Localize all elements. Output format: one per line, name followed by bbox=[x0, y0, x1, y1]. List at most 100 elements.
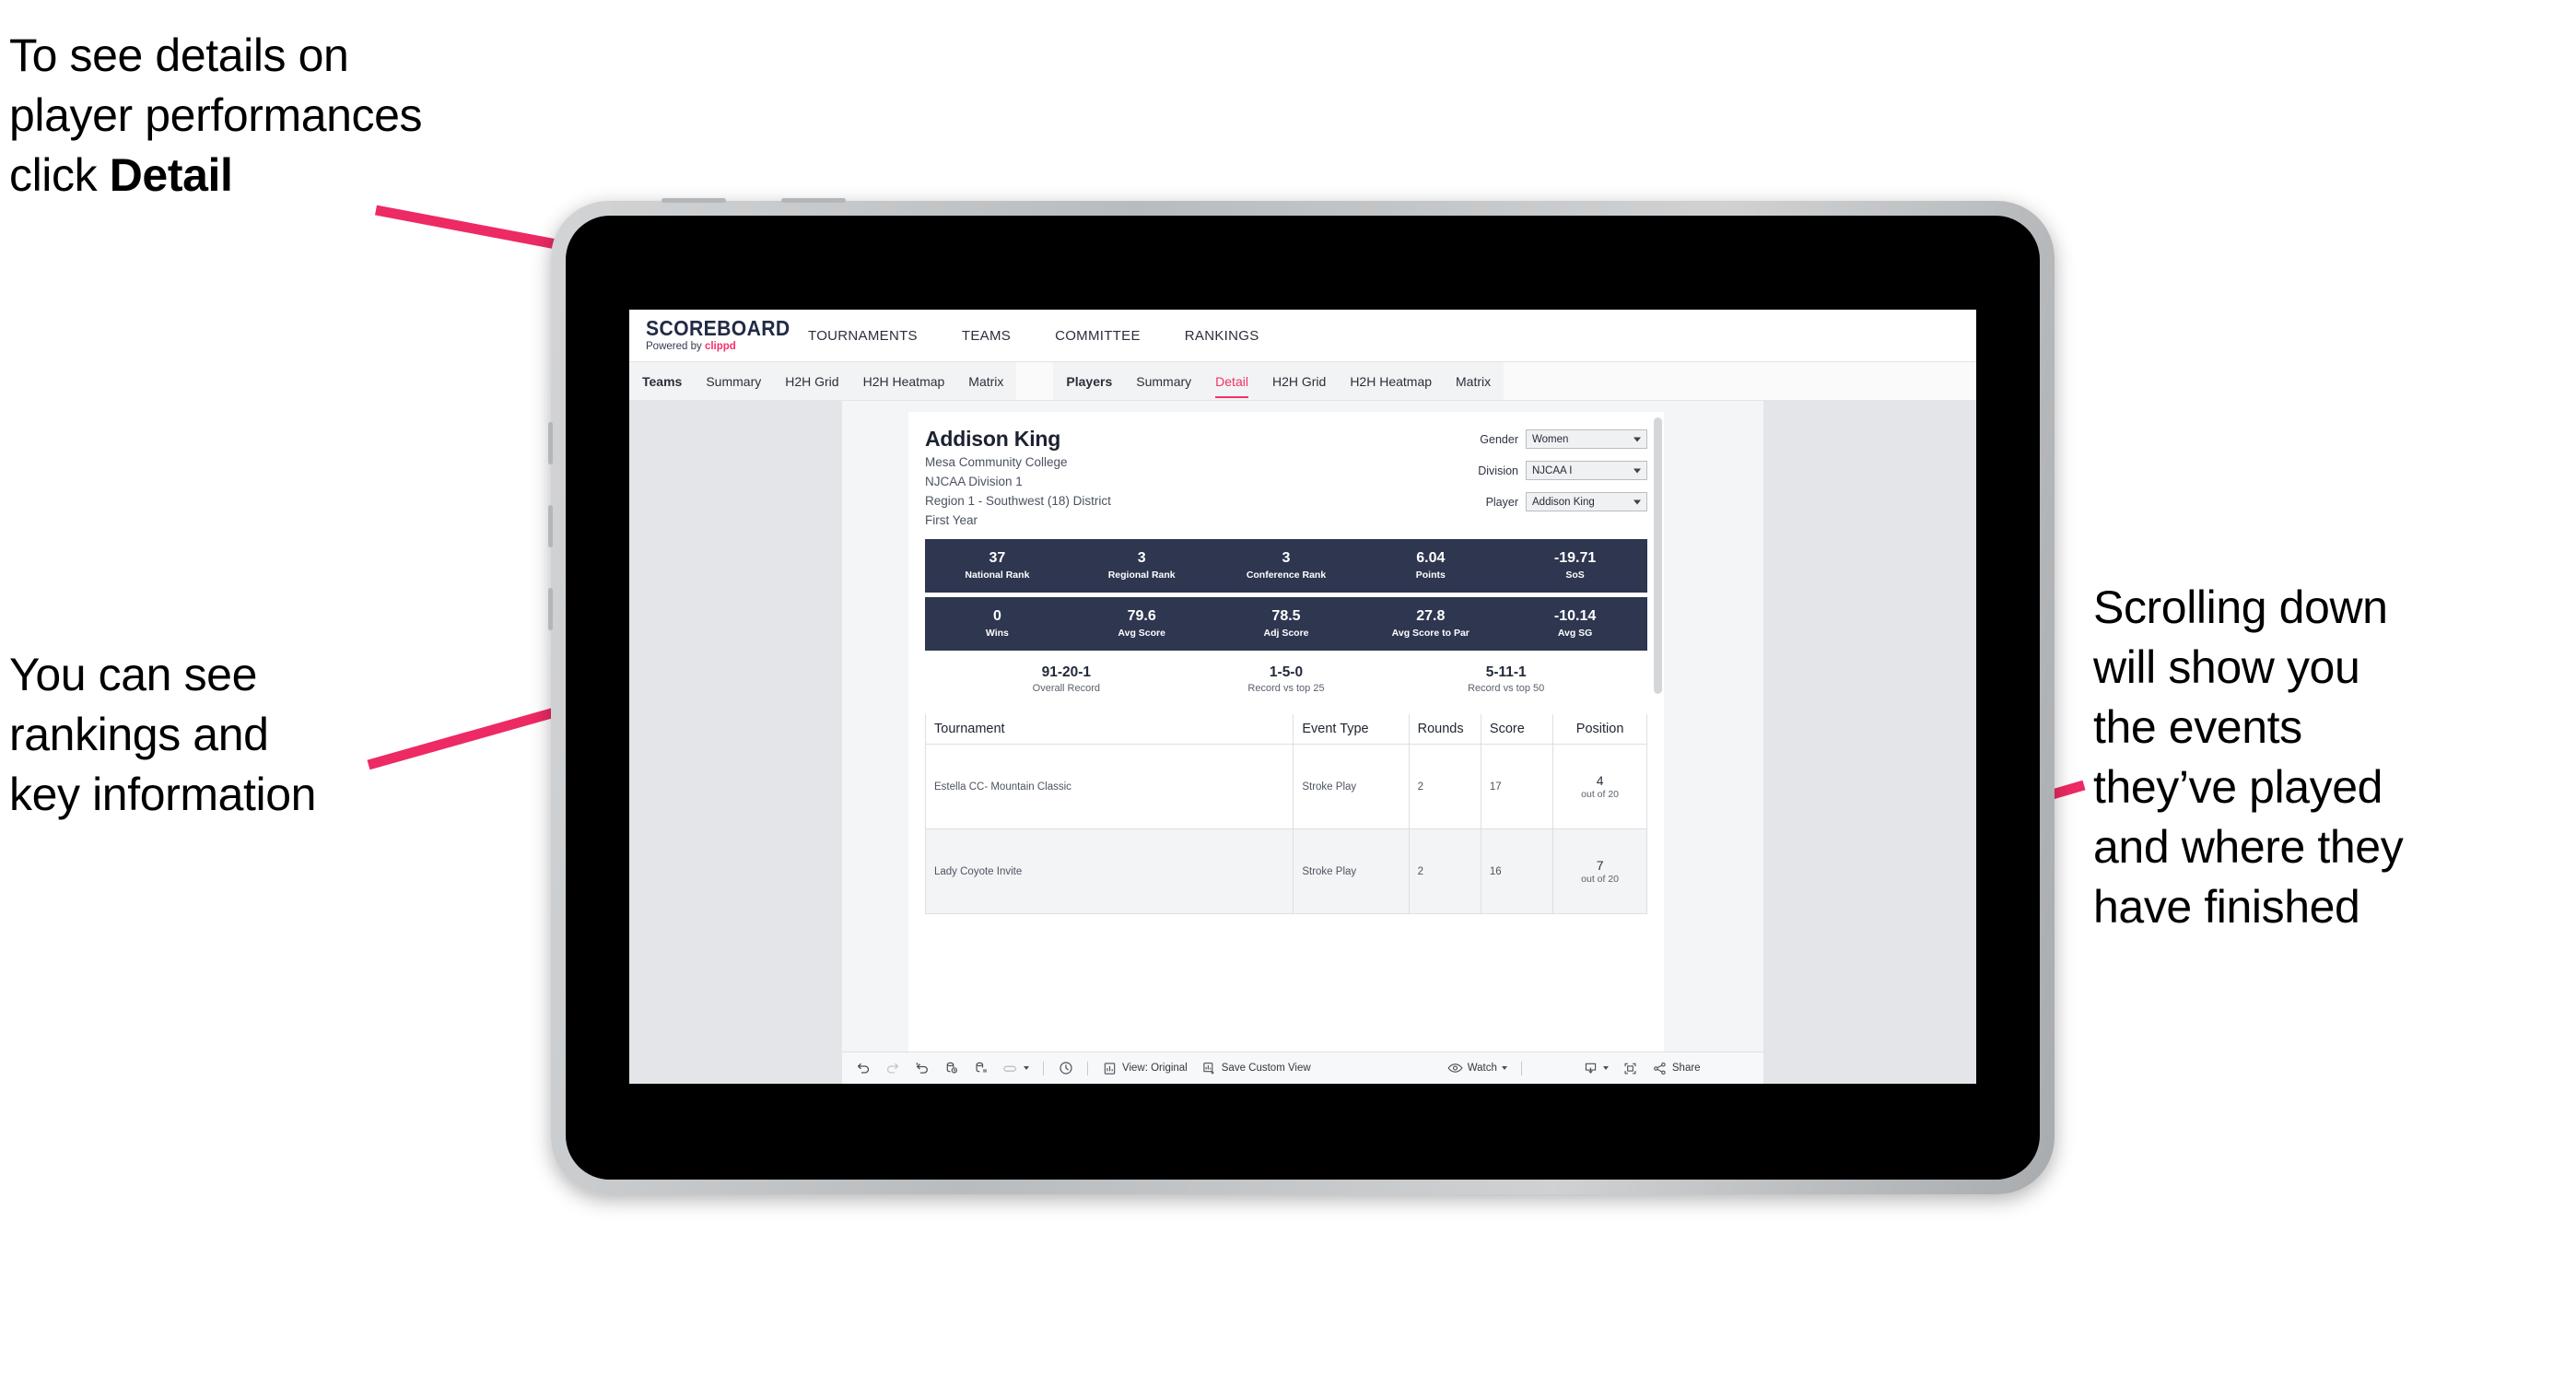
share-icon bbox=[1652, 1061, 1668, 1076]
tab-players-summary[interactable]: Summary bbox=[1136, 362, 1191, 400]
logo-powered-text: Powered by bbox=[646, 341, 705, 353]
column-header-event-type[interactable]: Event Type bbox=[1293, 714, 1410, 746]
watch-button[interactable]: Watch bbox=[1447, 1061, 1507, 1076]
stat-value: 3 bbox=[1137, 550, 1146, 567]
tab-players-h2h-heatmap[interactable]: H2H Heatmap bbox=[1350, 362, 1432, 400]
stat-conference-rank: 3 Conference Rank bbox=[1214, 550, 1359, 580]
table-row[interactable]: Lady Coyote Invite Stroke Play 2 16 7 ou… bbox=[924, 828, 1647, 915]
filter-gender-select[interactable]: Women bbox=[1526, 429, 1647, 449]
pause-data-icon[interactable] bbox=[973, 1061, 989, 1076]
stat-value: -10.14 bbox=[1553, 608, 1597, 625]
download-icon bbox=[1583, 1061, 1598, 1076]
stat-sos: -19.71 SoS bbox=[1503, 550, 1647, 580]
players-tab-group: Players Summary Detail H2H Grid H2H Heat… bbox=[1053, 362, 1505, 400]
nav-item-committee[interactable]: COMMITTEE bbox=[1055, 328, 1141, 344]
app-header: SCOREBOARD Powered by clippd TOURNAMENTS… bbox=[629, 310, 1976, 362]
filter-gender: Gender Women bbox=[1478, 429, 1647, 449]
view-original-button[interactable]: View: Original bbox=[1102, 1061, 1188, 1076]
player-name: Addison King bbox=[925, 427, 1061, 451]
filter-gender-label: Gender bbox=[1480, 432, 1518, 446]
column-header-score[interactable]: Score bbox=[1480, 714, 1554, 746]
toolbar-divider bbox=[1087, 1061, 1088, 1075]
redo-icon[interactable] bbox=[884, 1061, 900, 1076]
player-identity: Addison King Mesa Community College NJCA… bbox=[925, 427, 1111, 530]
tab-players-detail[interactable]: Detail bbox=[1215, 362, 1248, 400]
stat-value: 79.6 bbox=[1127, 608, 1156, 625]
cell-rounds: 2 bbox=[1408, 744, 1481, 830]
stats-row-rankings: 37 National Rank 3 Regional Rank 3 Confe… bbox=[925, 538, 1647, 593]
stats-row-scoring: 0 Wins 79.6 Avg Score 78.5 Adj Score 27.… bbox=[925, 596, 1647, 651]
filter-player-label: Player bbox=[1485, 495, 1518, 509]
record-label: Record vs top 50 bbox=[1468, 683, 1545, 695]
filter-player-select[interactable]: Addison King bbox=[1526, 492, 1647, 511]
download-dropdown-caret-icon[interactable] bbox=[1602, 1066, 1609, 1070]
view-original-label: View: Original bbox=[1122, 1063, 1188, 1074]
pause-refresh-clock-icon[interactable] bbox=[1058, 1061, 1073, 1076]
primary-nav: TOURNAMENTS TEAMS COMMITTEE RANKINGS bbox=[808, 328, 1259, 344]
player-region: Region 1 - Southwest (18) District bbox=[925, 494, 1111, 509]
tab-players-h2h-grid[interactable]: H2H Grid bbox=[1272, 362, 1326, 400]
column-header-tournament[interactable]: Tournament bbox=[924, 714, 1294, 746]
tab-teams-h2h-grid[interactable]: H2H Grid bbox=[785, 362, 838, 400]
records-row: 91-20-1 Overall Record 1-5-0 Record vs t… bbox=[925, 664, 1647, 695]
tab-teams-summary[interactable]: Summary bbox=[706, 362, 761, 400]
stat-value: 0 bbox=[992, 608, 1001, 625]
filter-player: Player Addison King bbox=[1478, 492, 1647, 511]
annotation-top-left-emphasis: Detail bbox=[109, 149, 233, 201]
stat-value: -19.71 bbox=[1553, 550, 1597, 567]
logo-powered-by: Powered by clippd bbox=[646, 342, 793, 353]
position-out-of: out of 20 bbox=[1581, 874, 1620, 886]
tab-players-matrix[interactable]: Matrix bbox=[1456, 362, 1491, 400]
tablet-side-button-3 bbox=[548, 588, 553, 630]
player-detail-panel: Addison King Mesa Community College NJCA… bbox=[908, 412, 1664, 1084]
player-class-year: First Year bbox=[925, 513, 978, 528]
stat-value: 37 bbox=[989, 550, 1006, 567]
nav-item-tournaments[interactable]: TOURNAMENTS bbox=[808, 328, 918, 344]
filter-division-value: NJCAA I bbox=[1532, 464, 1573, 476]
toolbar-dropdown-caret-icon[interactable] bbox=[1024, 1066, 1029, 1070]
nav-item-teams[interactable]: TEAMS bbox=[962, 328, 1011, 344]
position-value: 7 bbox=[1596, 858, 1604, 874]
stat-label: Avg Score bbox=[1118, 627, 1165, 639]
slide-canvas: To see details on player performances cl… bbox=[0, 0, 2576, 1386]
tab-teams-h2h-heatmap[interactable]: H2H Heatmap bbox=[863, 362, 945, 400]
stat-value: 27.8 bbox=[1416, 608, 1446, 625]
scoreboard-logo[interactable]: SCOREBOARD Powered by clippd bbox=[629, 318, 793, 353]
stat-regional-rank: 3 Regional Rank bbox=[1070, 550, 1214, 580]
tab-teams-matrix[interactable]: Matrix bbox=[968, 362, 1003, 400]
share-label: Share bbox=[1671, 1063, 1701, 1074]
table-row[interactable]: Estella CC- Mountain Classic Stroke Play… bbox=[924, 744, 1647, 830]
tablet-top-button-2 bbox=[781, 198, 846, 203]
download-button[interactable] bbox=[1583, 1061, 1609, 1076]
stat-adj-score: 78.5 Adj Score bbox=[1214, 608, 1359, 638]
column-header-position[interactable]: Position bbox=[1552, 714, 1647, 746]
player-division: NJCAA Division 1 bbox=[925, 475, 1023, 489]
undo-icon[interactable] bbox=[855, 1061, 871, 1076]
filter-player-value: Addison King bbox=[1532, 496, 1595, 508]
tab-group-label-players: Players bbox=[1066, 373, 1113, 389]
stat-label: Avg Score to Par bbox=[1391, 627, 1469, 639]
dashboard-toolbar: View: Original Save Custom View Watch Sh… bbox=[842, 1051, 1763, 1084]
annotation-left: You can see rankings and key information bbox=[9, 649, 317, 820]
fullscreen-icon[interactable] bbox=[1622, 1061, 1638, 1076]
player-school: Mesa Community College bbox=[925, 455, 1068, 469]
logo-wordmark: SCOREBOARD bbox=[646, 316, 790, 341]
eye-icon bbox=[1447, 1061, 1463, 1076]
stat-value: 78.5 bbox=[1271, 608, 1301, 625]
column-header-rounds[interactable]: Rounds bbox=[1408, 714, 1481, 746]
save-custom-view-button[interactable]: Save Custom View bbox=[1201, 1061, 1311, 1076]
browser-viewport: SCOREBOARD Powered by clippd TOURNAMENTS… bbox=[629, 310, 1976, 1084]
pause-auto-update-icon[interactable] bbox=[1002, 1061, 1018, 1076]
share-button[interactable]: Share bbox=[1652, 1061, 1701, 1076]
watch-dropdown-caret-icon[interactable] bbox=[1501, 1066, 1507, 1070]
filter-division-select[interactable]: NJCAA I bbox=[1526, 461, 1647, 480]
vertical-scrollbar[interactable] bbox=[1654, 417, 1662, 694]
refresh-data-icon[interactable] bbox=[943, 1061, 959, 1076]
tournament-results-table: Tournament Event Type Rounds Score Posit… bbox=[924, 714, 1647, 915]
annotation-right: Scrolling down will show you the events … bbox=[2093, 581, 2404, 933]
teams-tab-group: Teams Summary H2H Grid H2H Heatmap Matri… bbox=[629, 362, 1017, 400]
stat-avg-score: 79.6 Avg Score bbox=[1070, 608, 1214, 638]
nav-item-rankings[interactable]: RANKINGS bbox=[1185, 328, 1259, 344]
revert-icon[interactable] bbox=[914, 1061, 930, 1076]
record-value: 1-5-0 bbox=[1269, 664, 1304, 680]
